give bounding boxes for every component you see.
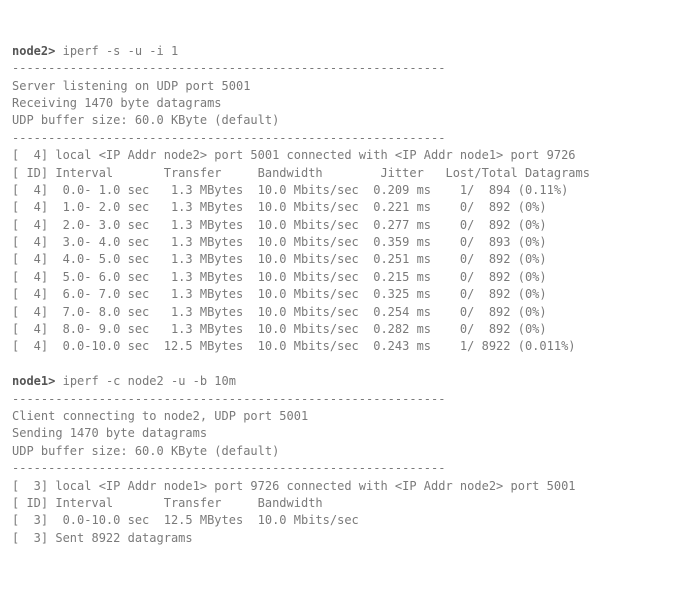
server-conn-line: [ 4] local <IP Addr node2> port 5001 con… bbox=[12, 148, 576, 162]
server-row: [ 4] 2.0- 3.0 sec 1.3 MBytes 10.0 Mbits/… bbox=[12, 218, 547, 232]
server-row: [ 4] 8.0- 9.0 sec 1.3 MBytes 10.0 Mbits/… bbox=[12, 322, 547, 336]
server-listening: Server listening on UDP port 5001 bbox=[12, 79, 250, 93]
server-row: [ 4] 0.0-10.0 sec 12.5 MBytes 10.0 Mbits… bbox=[12, 339, 576, 353]
server-row: [ 4] 4.0- 5.0 sec 1.3 MBytes 10.0 Mbits/… bbox=[12, 252, 547, 266]
server-row: [ 4] 5.0- 6.0 sec 1.3 MBytes 10.0 Mbits/… bbox=[12, 270, 547, 284]
client-prompt-host: node1> bbox=[12, 374, 55, 388]
server-command: iperf -s -u -i 1 bbox=[63, 44, 179, 58]
client-row: [ 3] 0.0-10.0 sec 12.5 MBytes 10.0 Mbits… bbox=[12, 513, 359, 527]
server-dashes-2: ----------------------------------------… bbox=[12, 131, 445, 145]
client-conn-line: [ 3] local <IP Addr node1> port 9726 con… bbox=[12, 479, 576, 493]
client-table-header: [ ID] Interval Transfer Bandwidth bbox=[12, 496, 323, 510]
server-row: [ 4] 6.0- 7.0 sec 1.3 MBytes 10.0 Mbits/… bbox=[12, 287, 547, 301]
server-row: [ 4] 0.0- 1.0 sec 1.3 MBytes 10.0 Mbits/… bbox=[12, 183, 568, 197]
server-receiving: Receiving 1470 byte datagrams bbox=[12, 96, 222, 110]
server-row: [ 4] 1.0- 2.0 sec 1.3 MBytes 10.0 Mbits/… bbox=[12, 200, 547, 214]
server-dashes-1: ----------------------------------------… bbox=[12, 61, 445, 75]
client-buffer: UDP buffer size: 60.0 KByte (default) bbox=[12, 444, 279, 458]
terminal-output: node2> iperf -s -u -i 1 ----------------… bbox=[12, 43, 688, 547]
client-sending: Sending 1470 byte datagrams bbox=[12, 426, 207, 440]
client-command: iperf -c node2 -u -b 10m bbox=[63, 374, 236, 388]
client-connecting: Client connecting to node2, UDP port 500… bbox=[12, 409, 308, 423]
client-dashes-2: ----------------------------------------… bbox=[12, 461, 445, 475]
server-row: [ 4] 3.0- 4.0 sec 1.3 MBytes 10.0 Mbits/… bbox=[12, 235, 547, 249]
server-row: [ 4] 7.0- 8.0 sec 1.3 MBytes 10.0 Mbits/… bbox=[12, 305, 547, 319]
server-buffer: UDP buffer size: 60.0 KByte (default) bbox=[12, 113, 279, 127]
client-row: [ 3] Sent 8922 datagrams bbox=[12, 531, 193, 545]
server-prompt-host: node2> bbox=[12, 44, 55, 58]
server-table-header: [ ID] Interval Transfer Bandwidth Jitter… bbox=[12, 166, 590, 180]
client-dashes-1: ----------------------------------------… bbox=[12, 392, 445, 406]
